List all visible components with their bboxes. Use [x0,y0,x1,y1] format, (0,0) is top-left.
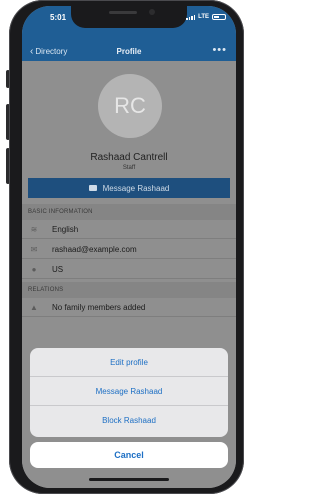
phone-screen: 5:01 LTE ‹ Directory Profile ••• RC Rash… [22,6,236,488]
home-indicator[interactable] [89,478,169,481]
cancel-button[interactable]: Cancel [30,442,228,468]
basic-info-header: BASIC INFORMATION [22,204,236,220]
status-indicators: LTE [186,14,226,20]
action-sheet: Edit profile Message Rashaad Block Rasha… [30,348,228,437]
page-title: Profile [116,47,142,56]
message-action[interactable]: Message Rashaad [30,377,228,406]
signal-icon [186,14,196,20]
language-value: English [52,225,79,234]
relations-value: No family members added [52,303,146,312]
profile-role: Staff [122,165,136,171]
info-row-location: ● US [22,260,236,279]
navigation-bar: ‹ Directory Profile ••• [22,44,236,61]
block-action[interactable]: Block Rashaad [30,406,228,435]
device-screenshot: 5:01 LTE ‹ Directory Profile ••• RC Rash… [0,0,246,496]
status-time: 5:01 [50,13,67,22]
top-bar: 5:01 LTE ‹ Directory Profile ••• [22,6,236,61]
camera [149,9,155,15]
info-row-language: ≋ English [22,220,236,239]
avatar: RC [98,74,162,138]
info-row-email[interactable]: ✉ rashaad@example.com [22,240,236,259]
profile-name: Rashaad Cantrell [90,152,168,163]
person-icon: ▲ [30,303,38,312]
battery-icon [212,14,226,20]
status-bar: 5:01 LTE [22,6,236,34]
more-options-button[interactable]: ••• [212,44,227,56]
location-value: US [52,265,64,274]
message-button[interactable]: Message Rashaad [28,178,230,198]
chat-bubble-icon [88,185,97,191]
speaker [109,11,137,14]
edit-profile-action[interactable]: Edit profile [30,348,228,377]
language-icon: ≋ [30,225,38,234]
relations-row: ▲ No family members added [22,298,236,317]
notch [71,6,187,28]
network-label: LTE [198,14,209,20]
email-value: rashaad@example.com [52,245,137,254]
message-button-label: Message Rashaad [102,183,170,193]
mail-icon: ✉ [30,245,38,254]
location-pin-icon: ● [31,265,37,274]
relations-header: RELATIONS [22,282,236,298]
